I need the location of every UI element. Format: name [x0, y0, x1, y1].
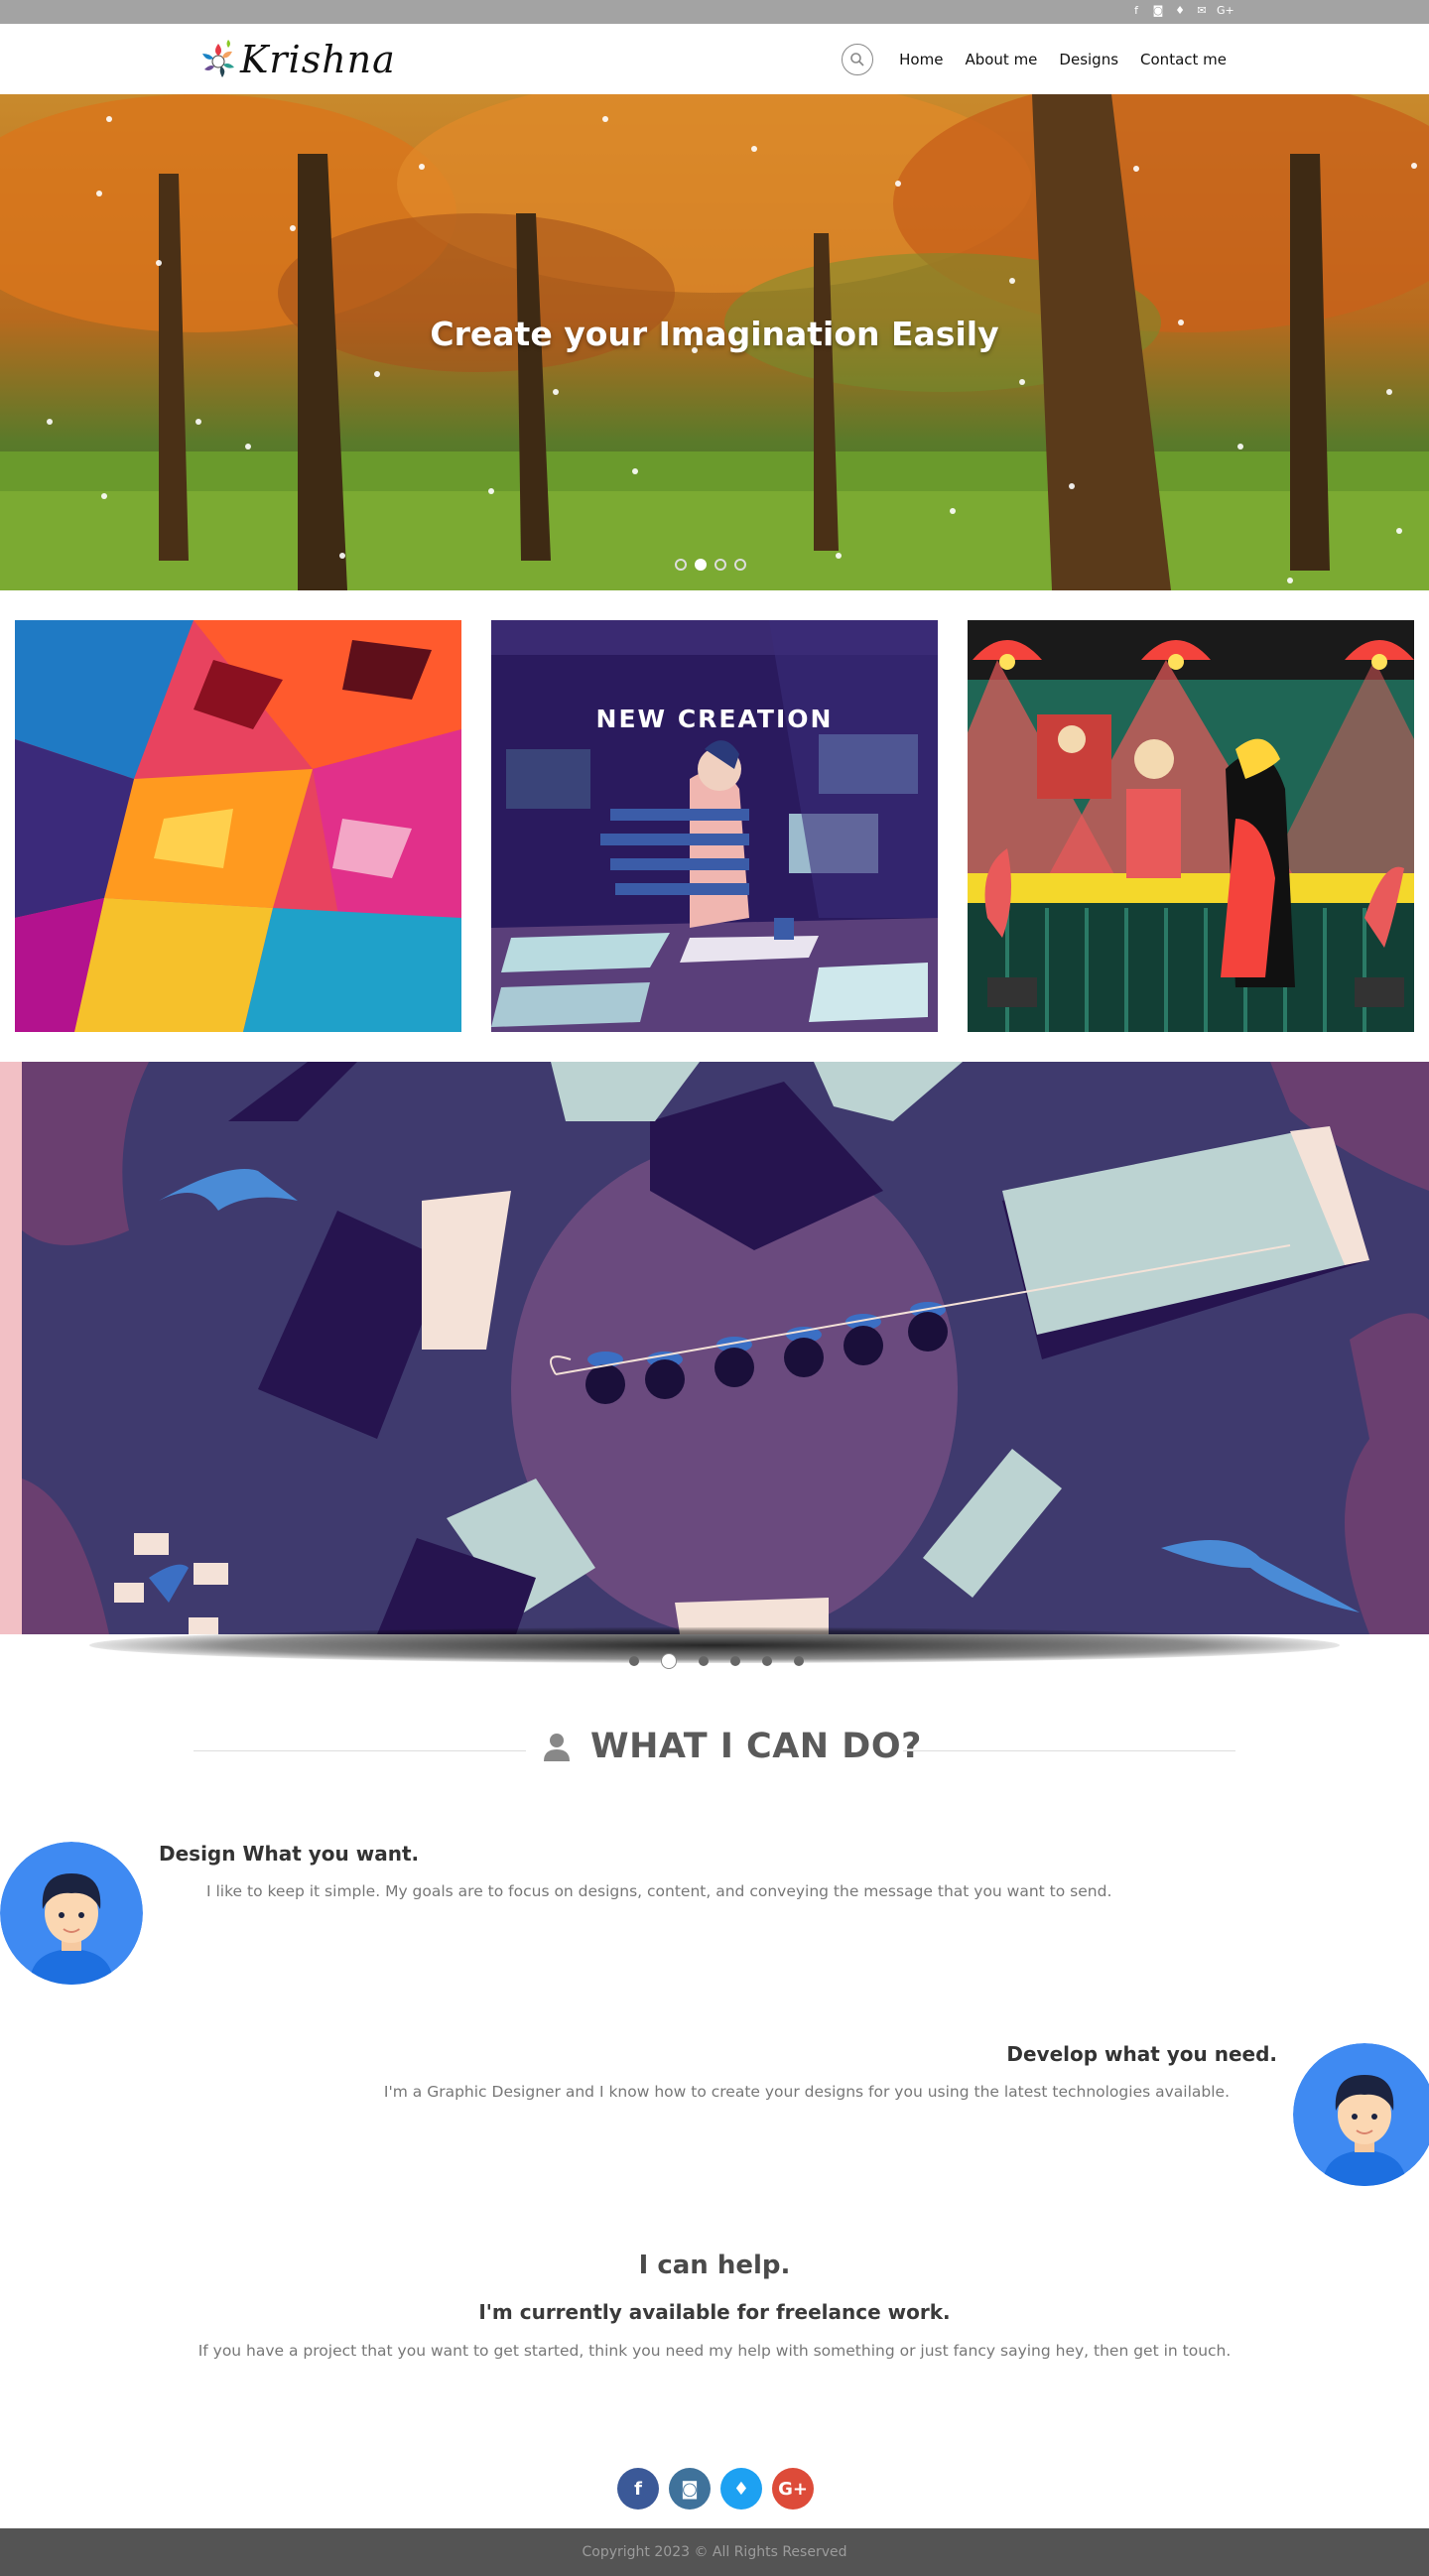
hero-dot[interactable] [675, 559, 687, 571]
search-button[interactable] [842, 44, 874, 75]
twitter-icon[interactable]: ♦ [720, 2468, 762, 2510]
search-icon [850, 53, 864, 66]
hero-dot-active[interactable] [695, 559, 707, 571]
avatar [1293, 2043, 1429, 2186]
bar-scene-artwork [968, 620, 1414, 1032]
nav-designs[interactable]: Designs [1059, 51, 1118, 68]
feature-title: Design What you want. [159, 1842, 420, 1866]
hero-dot[interactable] [734, 559, 746, 571]
help-subtitle: I'm currently available for freelance wo… [478, 2300, 951, 2324]
facebook-icon[interactable]: f [1129, 3, 1143, 19]
nav-about-me[interactable]: About me [965, 51, 1037, 68]
site-header: Krishna Home About me Designs Contact me [0, 24, 1429, 94]
nav-home[interactable]: Home [899, 51, 943, 68]
heading-divider-left [194, 1750, 526, 1751]
heading-divider-right [903, 1750, 1235, 1751]
section-title: WHAT I CAN DO? [590, 1727, 922, 1766]
google-plus-icon[interactable]: G+ [772, 2468, 814, 2510]
feature-text: I like to keep it simple. My goals are t… [206, 1882, 1112, 1900]
instagram-icon[interactable]: ◙ [1151, 3, 1165, 19]
site-logo[interactable]: Krishna [198, 36, 396, 83]
person-avatar-icon [0, 1842, 143, 1985]
facebook-icon[interactable]: f [617, 2468, 659, 2510]
banner-dot-active[interactable] [661, 1653, 677, 1669]
banner-dot[interactable] [730, 1656, 740, 1666]
google-plus-icon[interactable]: G+ [1217, 3, 1234, 19]
banner-dot[interactable] [794, 1656, 804, 1666]
twitter-icon[interactable]: ♦ [1173, 3, 1187, 19]
feature-title: Develop what you need. [1006, 2042, 1277, 2066]
avatar [0, 1842, 143, 1985]
email-icon[interactable]: ✉ [1195, 3, 1209, 19]
help-title: I can help. [638, 2251, 791, 2280]
hero-title: Create your Imagination Easily [430, 315, 999, 353]
logo-wordmark: Krishna [240, 38, 396, 81]
banner-slider[interactable] [0, 1062, 1429, 1634]
top-bar: f ◙ ♦ ✉ G+ [0, 0, 1429, 24]
banner-pagination [629, 1653, 804, 1669]
person-avatar-icon [1293, 2043, 1429, 2186]
main-nav: Home About me Designs Contact me [842, 44, 1227, 75]
hero-slider[interactable]: Create your Imagination Easily [0, 94, 1429, 590]
gallery-tile-new-creation[interactable]: NEW CREATION [491, 620, 938, 1032]
feature-text: I'm a Graphic Designer and I know how to… [383, 2083, 1230, 2101]
banner-dot[interactable] [629, 1656, 639, 1666]
help-text: If you have a project that you want to g… [197, 2342, 1232, 2360]
architect-desk-artwork [491, 620, 938, 1032]
hero-dot[interactable] [714, 559, 726, 571]
banner-dot[interactable] [762, 1656, 772, 1666]
user-icon [544, 1734, 570, 1761]
copyright-text: Copyright 2023 © All Rights Reserved [582, 2544, 847, 2560]
banner-dot[interactable] [699, 1656, 709, 1666]
people-carrying-boxes-artwork [0, 1062, 1429, 1634]
top-social-links: f ◙ ♦ ✉ G+ [1129, 3, 1234, 19]
colorful-face-artwork [15, 620, 461, 1032]
site-footer: Copyright 2023 © All Rights Reserved [0, 2528, 1429, 2576]
logo-flower-icon [202, 40, 234, 77]
gallery-tile-bar-scene[interactable] [968, 620, 1414, 1032]
section-title-wrap: WHAT I CAN DO? [541, 1727, 922, 1766]
hero-pagination [675, 559, 746, 571]
gallery-tile-portrait[interactable] [15, 620, 461, 1032]
section-heading: WHAT I CAN DO? [194, 1727, 1235, 1776]
nav-contact-me[interactable]: Contact me [1140, 51, 1227, 68]
footer-social-links: f ◙ ♦ G+ [617, 2468, 814, 2510]
tile-caption: NEW CREATION [595, 705, 834, 733]
instagram-icon[interactable]: ◙ [669, 2468, 711, 2510]
